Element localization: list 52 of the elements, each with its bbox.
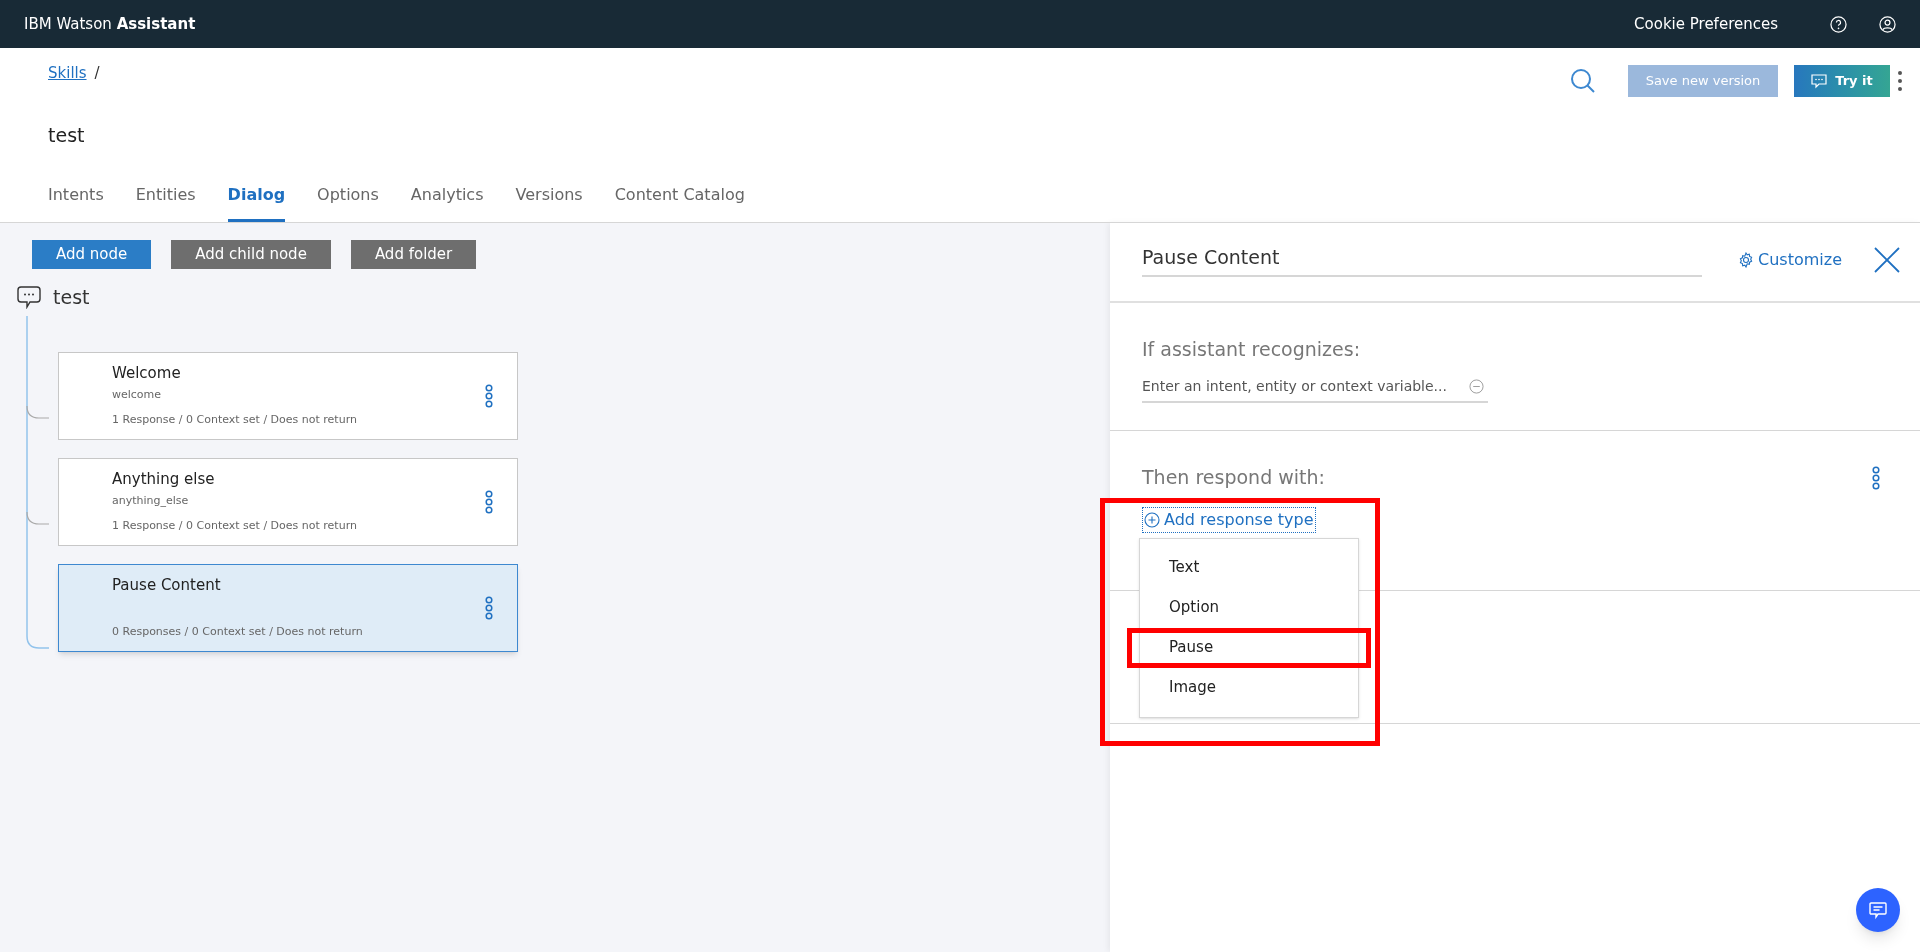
node-condition: welcome — [112, 386, 163, 403]
menu-item[interactable]: Image — [1127, 667, 1371, 708]
dialog-root-label: test — [53, 285, 90, 310]
tab[interactable]: Analytics — [410, 183, 484, 222]
help-icon[interactable] — [1830, 15, 1847, 33]
overflow-menu-icon[interactable] — [1898, 70, 1902, 92]
dialog-node-card[interactable]: Pause Content 0 Responses / 0 Context set / Does not return — [58, 563, 518, 652]
node-menu-icon[interactable] — [485, 383, 493, 408]
tab[interactable]: Versions — [515, 183, 583, 222]
cookie-preferences-link[interactable]: Cookie Preferences — [1634, 12, 1778, 36]
response-label: Then respond with: — [1142, 465, 1325, 490]
menu-item[interactable]: Text — [1127, 547, 1371, 588]
add-node-button[interactable]: Add node — [32, 240, 152, 269]
tab[interactable]: Entities — [135, 183, 196, 222]
chat-icon — [1868, 900, 1888, 920]
node-title: Pause Content — [112, 574, 222, 595]
node-summary: 1 Response / 0 Context set / Does not return — [112, 518, 358, 534]
node-summary: 1 Response / 0 Context set / Does not return — [112, 412, 358, 428]
node-summary: 0 Responses / 0 Context set / Does not return — [112, 624, 364, 640]
node-menu-icon[interactable] — [485, 489, 493, 514]
dialog-node-card[interactable]: Anything else anything_else 1 Response / 0 Context set / Does not return — [58, 457, 518, 546]
chat-bubble-icon — [17, 285, 41, 310]
tab[interactable]: Content Catalog — [614, 183, 745, 222]
dialog-node-card[interactable]: Welcome welcome 1 Response / 0 Context set / Does not return — [58, 351, 518, 440]
node-title: Anything else — [112, 468, 216, 489]
tab[interactable]: Options — [317, 183, 379, 222]
node-condition: anything_else — [112, 492, 190, 509]
response-menu-icon[interactable] — [1872, 466, 1880, 490]
node-menu-icon[interactable] — [485, 595, 493, 620]
skill-title: test — [48, 123, 86, 148]
condition-label: If assistant recognizes: — [1142, 337, 1362, 362]
node-name-field[interactable]: Pause Content — [1142, 242, 1702, 278]
customize-link[interactable]: Customize — [1738, 248, 1842, 272]
node-title: Welcome — [112, 362, 182, 383]
chat-icon — [1811, 73, 1828, 89]
menu-item[interactable]: Option — [1127, 587, 1371, 628]
breadcrumb-link[interactable]: Skills — [48, 62, 87, 85]
search-icon[interactable] — [1570, 68, 1596, 94]
close-icon[interactable] — [1874, 247, 1900, 273]
toolbar-button[interactable]: Add child node — [171, 240, 331, 269]
try-it-button[interactable]: Try it — [1794, 65, 1890, 97]
product-name: IBM Watson Assistant — [24, 13, 196, 35]
add-icon — [1144, 511, 1160, 528]
add-response-type-link[interactable]: Add response type — [1142, 506, 1316, 533]
settings-icon — [1738, 252, 1754, 268]
breadcrumb-separator: / — [94, 63, 100, 84]
menu-item[interactable]: Pause — [1127, 627, 1371, 668]
condition-field[interactable]: Enter an intent, entity or context variable... — [1142, 375, 1488, 403]
user-icon[interactable] — [1879, 15, 1896, 33]
tab[interactable]: Intents — [48, 183, 104, 222]
toolbar-button[interactable]: Add folder — [350, 240, 477, 269]
chat-launcher-button[interactable] — [1856, 888, 1900, 932]
